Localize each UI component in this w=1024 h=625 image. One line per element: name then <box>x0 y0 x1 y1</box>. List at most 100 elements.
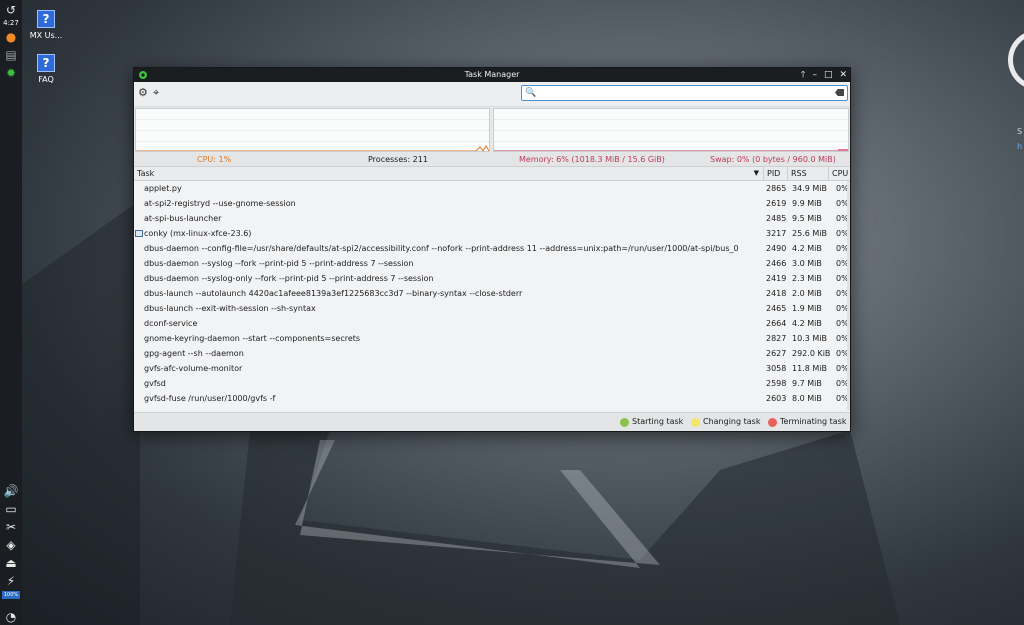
maximize-button[interactable]: □ <box>824 68 833 82</box>
search-icon: 🔍 <box>525 88 537 98</box>
task-name: gvfsd-metadata <box>144 406 760 410</box>
pid-cell: 3091 <box>766 406 790 410</box>
clear-search-icon[interactable] <box>835 89 844 96</box>
column-header-task-label: Task <box>137 169 155 178</box>
task-name: at-spi2-registryd --use-gnome-session <box>144 199 296 208</box>
table-row[interactable]: at-spi-bus-launcher 2485 9.5 MiB 0% <box>134 211 850 226</box>
swap-usage-label: Swap: 0% (0 bytes / 960.0 MiB) <box>710 155 836 164</box>
window-title: Task Manager <box>464 70 520 79</box>
rss-cell: 10.3 MiB <box>792 334 827 343</box>
changing-task-icon <box>691 417 700 427</box>
table-row[interactable]: gvfsd 2598 9.7 MiB 0% <box>134 376 850 391</box>
task-name: at-spi-bus-launcher <box>144 214 222 223</box>
pid-cell: 2465 <box>766 304 787 313</box>
edge-text: h <box>1017 142 1023 151</box>
firefox-icon[interactable]: ● <box>3 29 19 45</box>
table-row[interactable]: gpg-agent --sh --daemon 2627 292.0 KiB 0% <box>134 346 850 361</box>
pid-cell: 2865 <box>766 184 787 193</box>
shade-button[interactable]: 🡑 <box>801 68 806 82</box>
task-name: dbus-launch --autolaunch 4420ac1afeee813… <box>144 289 523 298</box>
table-row[interactable]: applet.py 2865 34.9 MiB 0% <box>134 181 850 196</box>
desktop-icon-faq[interactable]: ? FAQ <box>18 54 74 84</box>
rss-cell: 9.7 MiB <box>792 379 822 388</box>
table-row[interactable]: dconf-service 2664 4.2 MiB 0% <box>134 316 850 331</box>
task-name: dbus-launch --exit-with-session --sh-syn… <box>144 304 316 313</box>
power-manager-icon[interactable]: ⚡ <box>3 573 19 589</box>
table-row[interactable]: at-spi2-registryd --use-gnome-session 261… <box>134 196 850 211</box>
rss-cell: 4.2 MiB <box>792 319 822 328</box>
display-icon[interactable]: ▭ <box>3 501 19 517</box>
column-header-pid[interactable]: PID <box>764 167 788 180</box>
vertical-scrollbar[interactable] <box>847 181 850 410</box>
logout-icon[interactable]: ↺ <box>3 2 19 18</box>
package-icon[interactable]: ◈ <box>3 537 19 553</box>
cpu-graph-line <box>136 145 489 151</box>
rss-cell: 34.9 MiB <box>792 184 827 193</box>
legend-terminating-label: Terminating task <box>780 417 847 426</box>
table-row[interactable]: gnome-keyring-daemon --start --component… <box>134 331 850 346</box>
table-row[interactable]: dbus-launch --exit-with-session --sh-syn… <box>134 301 850 316</box>
legend-starting-label: Starting task <box>632 417 684 426</box>
rss-cell: 2.3 MiB <box>792 274 822 283</box>
legend-changing: Changing task <box>691 413 760 431</box>
task-name: applet.py <box>144 184 182 193</box>
table-row[interactable]: gvfsd-fuse /run/user/1000/gvfs -f 2603 8.0… <box>134 391 850 406</box>
process-list[interactable]: applet.py 2865 34.9 MiB 0% at-spi2-registryd… <box>134 181 850 410</box>
desktop-icon-mx-user[interactable]: ? MX Us... <box>18 10 74 40</box>
search-input[interactable] <box>537 87 827 99</box>
table-row[interactable]: dbus-daemon --config-file=/usr/share/def… <box>134 241 850 256</box>
gauge-icon[interactable]: ◔ <box>3 609 19 625</box>
table-row[interactable]: gvfs-afc-volume-monitor 3058 11.8 MiB 0% <box>134 361 850 376</box>
edge-text: S <box>1017 127 1023 136</box>
settings-gear-icon[interactable]: ⚙ <box>138 87 150 99</box>
legend-changing-label: Changing task <box>703 417 761 426</box>
volume-icon[interactable]: 🔊 <box>3 483 19 499</box>
pid-cell: 2664 <box>766 319 787 328</box>
crosshair-icon[interactable]: ⌖ <box>153 87 165 99</box>
file-manager-icon[interactable]: ▤ <box>3 47 19 63</box>
stats-bar: CPU: 1% Processes: 211 Memory: 6% (1018.… <box>134 153 850 166</box>
sort-down-icon: ▼ <box>753 169 759 177</box>
table-row[interactable]: dbus-daemon --syslog-only --fork --print… <box>134 271 850 286</box>
pid-cell: 2466 <box>766 259 787 268</box>
window-icon <box>135 230 143 237</box>
task-manager-window: Task Manager 🡑 – □ ✕ ⚙ ⌖ 🔍 CPU: 1% Proce… <box>133 67 851 432</box>
memory-graph-line <box>494 149 848 151</box>
starting-task-icon <box>620 417 629 427</box>
task-name: gpg-agent --sh --daemon <box>144 349 244 358</box>
minimize-button[interactable]: – <box>812 68 817 82</box>
table-header: Task ▼ PID RSS CPU <box>134 166 850 181</box>
app-icon <box>139 71 147 79</box>
eject-icon[interactable]: ⏏ <box>3 555 19 571</box>
search-field[interactable]: 🔍 <box>521 85 848 101</box>
task-manager-icon[interactable]: ✹ <box>3 65 19 81</box>
table-row[interactable]: conky (mx-linux-xfce-23.6) 3217 25.6 MiB 0% <box>134 226 850 241</box>
close-button[interactable]: ✕ <box>839 68 847 82</box>
pid-cell: 2827 <box>766 334 787 343</box>
pid-cell: 3058 <box>766 364 787 373</box>
graphs-area <box>134 107 850 153</box>
help-icon: ? <box>37 54 55 72</box>
table-row[interactable]: dbus-daemon --syslog --fork --print-pid … <box>134 256 850 271</box>
rss-cell: 11.8 MiB <box>792 364 827 373</box>
task-name: dbus-daemon --config-file=/usr/share/def… <box>144 244 739 253</box>
battery-indicator[interactable]: 100% <box>1 591 21 599</box>
memory-usage-label: Memory: 6% (1018.3 MiB / 15.6 GiB) <box>519 155 665 164</box>
column-header-task[interactable]: Task ▼ <box>134 167 764 180</box>
column-header-rss[interactable]: RSS <box>788 167 829 180</box>
rss-cell: 4.2 MiB <box>792 244 822 253</box>
memory-graph <box>493 108 849 152</box>
pid-cell: 2418 <box>766 289 787 298</box>
rss-cell: 25.6 MiB <box>792 229 827 238</box>
column-header-cpu[interactable]: CPU <box>829 167 850 180</box>
rss-cell: 9.9 MiB <box>792 199 822 208</box>
clipboard-icon[interactable]: ✂ <box>3 519 19 535</box>
desktop-icon-label: FAQ <box>38 75 54 84</box>
pid-cell: 2627 <box>766 349 787 358</box>
title-bar[interactable]: Task Manager 🡑 – □ ✕ <box>134 68 850 82</box>
rss-cell: 9.5 MiB <box>792 214 822 223</box>
table-row[interactable]: gvfsd-metadata30916.7 MiB0% <box>134 406 850 410</box>
table-row[interactable]: dbus-launch --autolaunch 4420ac1afeee813… <box>134 286 850 301</box>
pid-cell: 2619 <box>766 199 787 208</box>
task-name: dbus-daemon --syslog-only --fork --print… <box>144 274 434 283</box>
